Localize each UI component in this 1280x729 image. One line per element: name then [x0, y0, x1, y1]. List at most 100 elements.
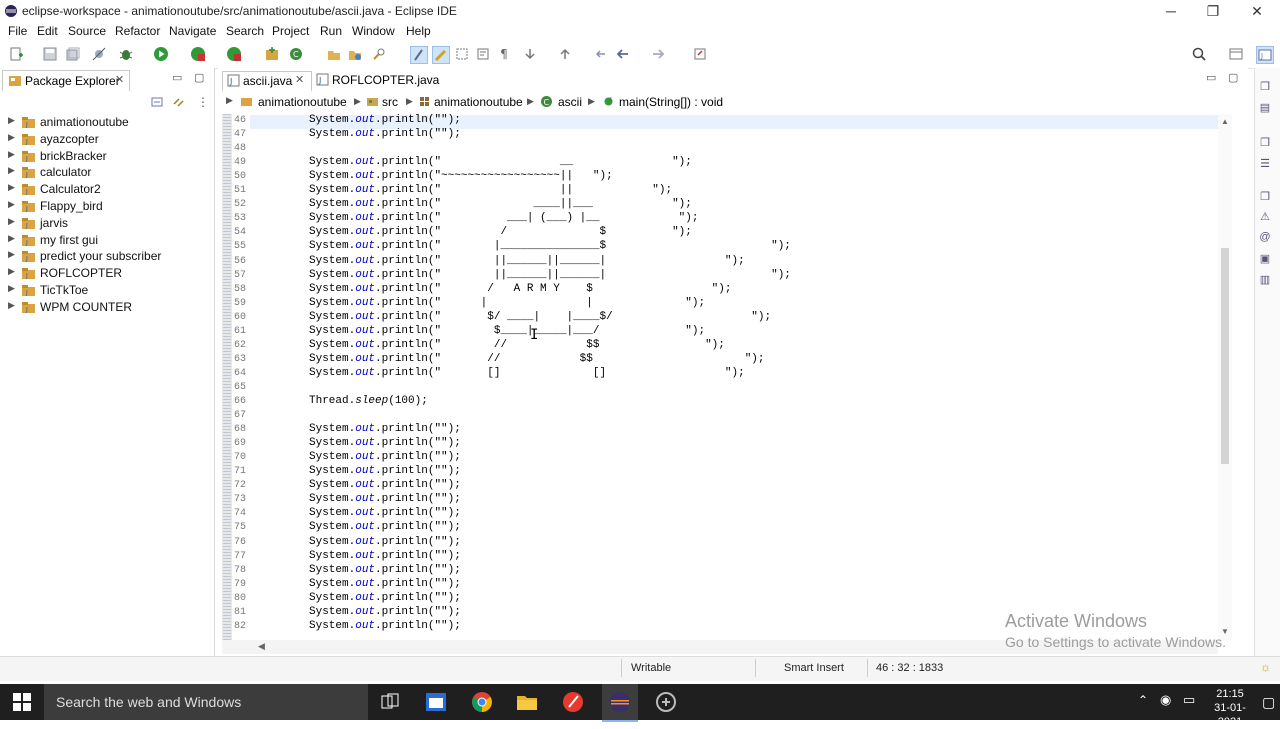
scroll-left-icon[interactable]: ◀ [258, 641, 265, 652]
menu-navigate[interactable]: Navigate [169, 24, 216, 38]
tree-item-project[interactable]: ▶ Jcalculator [0, 164, 214, 181]
chevron-right-icon[interactable]: ▶ [8, 216, 15, 227]
scrollbar-thumb[interactable] [1221, 248, 1229, 464]
chrome-icon[interactable] [470, 690, 494, 714]
maximize-view-icon[interactable]: ▢ [194, 71, 204, 84]
menu-run[interactable]: Run [320, 24, 342, 38]
tree-item-project[interactable]: ▶ J ROFLCOPTER [0, 265, 214, 282]
save-icon[interactable] [42, 46, 58, 62]
console-icon[interactable]: ▥ [1258, 273, 1272, 287]
chevron-right-icon[interactable]: ▶ [8, 283, 15, 294]
windows-start-icon[interactable] [12, 692, 32, 715]
minimize-editor-icon[interactable]: ▭ [1206, 71, 1216, 84]
new-class-icon[interactable]: C [288, 46, 304, 62]
breadcrumb-class[interactable]: ascii [558, 95, 582, 109]
vscode-icon[interactable] [654, 690, 678, 714]
menu-edit[interactable]: Edit [37, 24, 58, 38]
chevron-right-icon[interactable]: ▶ [8, 233, 15, 244]
outline-icon[interactable]: ▤ [1258, 101, 1272, 115]
task-view-icon[interactable] [378, 690, 402, 714]
tree-item-project[interactable]: ▶ Jjarvis [0, 215, 214, 232]
restore-icon[interactable]: ❐ [1258, 80, 1272, 94]
tree-item-project[interactable]: ▶ JbrickBracker [0, 148, 214, 165]
network-icon[interactable]: ◉ [1160, 692, 1171, 708]
debug-icon[interactable] [118, 46, 134, 62]
menu-refactor[interactable]: Refactor [115, 24, 160, 38]
mark-occurrences-icon[interactable] [432, 46, 450, 64]
chevron-right-icon[interactable]: ▶ [8, 132, 15, 143]
tree-item-project[interactable]: ▶ Jpredict your subscriber [0, 248, 214, 265]
task-list-icon[interactable]: ☰ [1258, 157, 1272, 171]
view-menu-icon[interactable]: ⋮ [197, 95, 209, 109]
package-explorer-tab[interactable]: Package Explorer ✕ [2, 70, 130, 91]
chevron-right-icon[interactable]: ▶ [8, 182, 15, 193]
minimize-view-icon[interactable]: ▭ [172, 71, 182, 84]
minimize-button[interactable]: ─ [1148, 0, 1194, 22]
notification-icon[interactable]: ▭ [1183, 692, 1195, 708]
breadcrumb-package[interactable]: animationoutube [434, 95, 523, 109]
chevron-up-icon[interactable]: ⌃ [1138, 693, 1148, 707]
next-annotation-icon[interactable] [522, 46, 538, 62]
tab-roflcopter-java[interactable]: J ROFLCOPTER.java [312, 71, 439, 89]
maximize-editor-icon[interactable]: ▢ [1228, 71, 1238, 84]
breadcrumb-project[interactable]: animationoutube [258, 95, 347, 109]
javadoc-icon[interactable]: @ [1258, 231, 1272, 245]
coverage-icon[interactable] [190, 46, 206, 62]
menu-help[interactable]: Help [406, 24, 431, 38]
chevron-right-icon[interactable]: ▶ [8, 115, 15, 126]
calendar-app-icon[interactable] [424, 690, 448, 714]
tree-item-project[interactable]: ▶ Jmy first gui [0, 232, 214, 249]
restore-icon[interactable]: ❐ [1258, 136, 1272, 150]
menu-source[interactable]: Source [68, 24, 106, 38]
paint-app-icon[interactable] [561, 690, 585, 714]
chevron-right-icon[interactable]: ▶ [8, 165, 15, 176]
skip-breakpoints-icon[interactable] [91, 46, 107, 62]
search-tool-icon[interactable] [371, 46, 387, 62]
tree-item-project[interactable]: ▶ Jayazcopter [0, 131, 214, 148]
tree-item-project[interactable]: ▶ J TicTkToe [0, 282, 214, 299]
tip-bulb-icon[interactable]: ☼ [1260, 660, 1271, 674]
breadcrumb-src[interactable]: src [382, 95, 398, 109]
chevron-right-icon[interactable]: ▶ [8, 199, 15, 210]
close-icon[interactable]: ✕ [295, 73, 304, 86]
link-with-editor-icon[interactable] [172, 95, 186, 112]
close-icon[interactable]: ✕ [115, 73, 124, 86]
problems-icon[interactable]: ⚠ [1258, 210, 1272, 224]
whitespace-icon[interactable]: ¶ [496, 46, 512, 62]
tree-item-project[interactable]: ▶ J Calculator2 [0, 181, 214, 198]
eclipse-task-active[interactable] [602, 684, 638, 722]
search-icon[interactable] [1191, 46, 1207, 62]
prev-annotation-icon[interactable] [557, 46, 573, 62]
open-task-icon[interactable] [347, 46, 363, 62]
tree-item-project[interactable]: ▶ J Flappy_bird [0, 198, 214, 215]
restore-icon[interactable]: ❐ [1258, 190, 1272, 204]
java-perspective-icon[interactable]: J [1256, 46, 1274, 64]
toggle-highlight-icon[interactable] [410, 46, 428, 64]
menu-search[interactable]: Search [226, 24, 264, 38]
open-type-icon[interactable] [326, 46, 342, 62]
chevron-right-icon[interactable]: ▶ [8, 300, 15, 311]
chevron-right-icon[interactable]: ▶ [226, 95, 233, 106]
external-tools-icon[interactable] [226, 46, 242, 62]
save-all-icon[interactable] [64, 46, 80, 62]
tree-item-project[interactable]: ▶ Janimationoutube [0, 114, 214, 131]
close-button[interactable]: ✕ [1234, 0, 1280, 22]
tab-ascii-java[interactable]: J ascii.java ✕ [222, 71, 312, 92]
chevron-right-icon[interactable]: ▶ [8, 149, 15, 160]
new-java-project-icon[interactable] [264, 46, 280, 62]
maximize-button[interactable]: ❐ [1190, 0, 1236, 22]
new-icon[interactable] [8, 46, 24, 62]
back-icon[interactable] [615, 46, 631, 62]
run-icon[interactable] [153, 46, 169, 62]
breadcrumb-method[interactable]: main(String[]) : void [619, 95, 723, 109]
action-center-icon[interactable]: ▢ [1262, 694, 1275, 711]
declaration-icon[interactable]: ▣ [1258, 252, 1272, 266]
word-wrap-icon[interactable] [475, 46, 491, 62]
forward-icon[interactable] [650, 46, 666, 62]
menu-project[interactable]: Project [272, 24, 309, 38]
chevron-right-icon[interactable]: ▶ [8, 249, 15, 260]
file-explorer-icon[interactable] [515, 690, 539, 714]
status-insert-mode[interactable]: Smart Insert [784, 662, 844, 674]
taskbar-clock[interactable]: 21:15 31-01-2021 [1204, 687, 1256, 729]
scroll-up-icon[interactable]: ▲ [1221, 117, 1229, 126]
